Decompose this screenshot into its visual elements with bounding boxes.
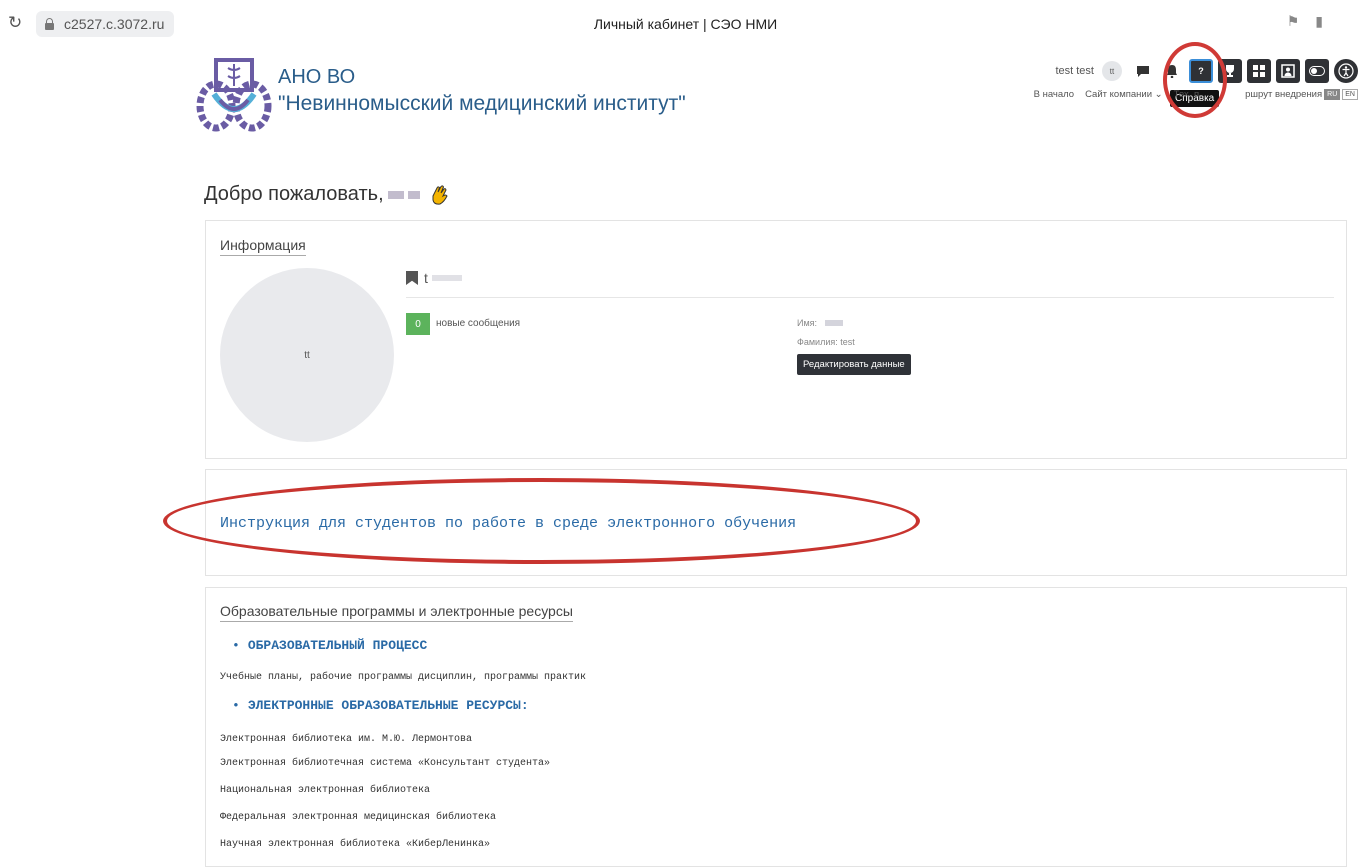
redacted-name	[407, 190, 420, 199]
nav-support-link[interactable]: Тех. п	[1174, 89, 1200, 100]
info-panel: Информация tt t 0 новые сообщения Имя: Ф…	[205, 220, 1347, 459]
dashboard-icon[interactable]	[1247, 59, 1271, 83]
programs-panel: Образовательные программы и электронные …	[205, 587, 1347, 867]
programs-title[interactable]: Образовательные программы и электронные …	[220, 603, 573, 622]
section-education-process[interactable]: ОБРАЗОВАТЕЛЬНЫЙ ПРОЦЕСС	[232, 638, 427, 653]
profile-name-text: t	[424, 270, 428, 286]
org-name: "Невинномысский медицинский институт"	[278, 92, 686, 115]
first-name-field: Имя:	[797, 318, 844, 328]
messages-label[interactable]: новые сообщения	[436, 318, 520, 329]
education-process-text[interactable]: Учебные планы, рабочие программы дисципл…	[220, 672, 586, 683]
translate-icon[interactable]: ⚑	[1287, 14, 1316, 30]
profile-card-icon[interactable]	[1276, 59, 1300, 83]
resource-link[interactable]: Научная электронная библиотека «КиберЛен…	[220, 839, 490, 850]
section-e-resources[interactable]: ЭЛЕКТРОННЫЕ ОБРАЗОВАТЕЛЬНЫЕ РЕСУРСЫ:	[232, 698, 529, 713]
resource-link[interactable]: Электронная библиотека им. М.Ю. Лермонто…	[220, 734, 472, 745]
last-name-field: Фамилия: test	[797, 337, 855, 347]
lang-en[interactable]: EN	[1342, 89, 1358, 100]
institute-logo[interactable]	[194, 54, 274, 134]
user-name[interactable]: test test	[1055, 65, 1094, 77]
nav-company-link[interactable]: Сайт компании ⌄	[1085, 89, 1163, 100]
redacted-name	[431, 275, 462, 281]
waving-hand-icon	[432, 184, 448, 205]
profile-icon	[406, 271, 418, 285]
first-name-label: Имя:	[797, 318, 818, 328]
annotation-circle	[1163, 42, 1227, 118]
avatar[interactable]: tt	[1102, 61, 1122, 81]
contrast-toggle-icon[interactable]	[1305, 59, 1329, 83]
edit-profile-button[interactable]: Редактировать данные	[797, 354, 911, 375]
browser-bar: ↻ c2527.c.3072.ru Личный кабинет | СЭО Н…	[0, 0, 1371, 50]
redacted-name	[825, 320, 844, 326]
bookmark-icon[interactable]: ▮	[1315, 14, 1339, 30]
lang-ru[interactable]: RU	[1324, 89, 1341, 100]
info-title[interactable]: Информация	[220, 237, 306, 256]
redacted-name	[387, 190, 404, 199]
browser-tools: ⚑▮	[1287, 14, 1339, 30]
nav-home-link[interactable]: В начало	[1034, 89, 1074, 100]
resource-link[interactable]: Федеральная электронная медицинская библ…	[220, 812, 496, 823]
accessibility-icon[interactable]	[1334, 59, 1358, 83]
annotation-oval	[163, 478, 920, 564]
resource-link[interactable]: Национальная электронная библиотека	[220, 785, 430, 796]
org-abbr: АНО ВО	[278, 66, 356, 88]
welcome-text: Добро пожаловать,	[204, 183, 384, 205]
messages-icon[interactable]	[1131, 59, 1155, 83]
tab-title: Личный кабинет | СЭО НМИ	[593, 16, 778, 32]
resource-link[interactable]: Электронная библиотечная система «Консул…	[220, 758, 550, 769]
divider	[406, 297, 1334, 298]
nav-route-link[interactable]: ршрут внедрения	[1245, 89, 1322, 100]
profile-avatar: tt	[220, 268, 394, 442]
profile-name: t	[406, 270, 462, 286]
top-nav: В начало Сайт компании ⌄ Тех. п ршрут вн…	[1023, 89, 1358, 100]
welcome-heading: Добро пожаловать,	[204, 183, 450, 206]
message-count-badge[interactable]: 0	[406, 313, 430, 335]
